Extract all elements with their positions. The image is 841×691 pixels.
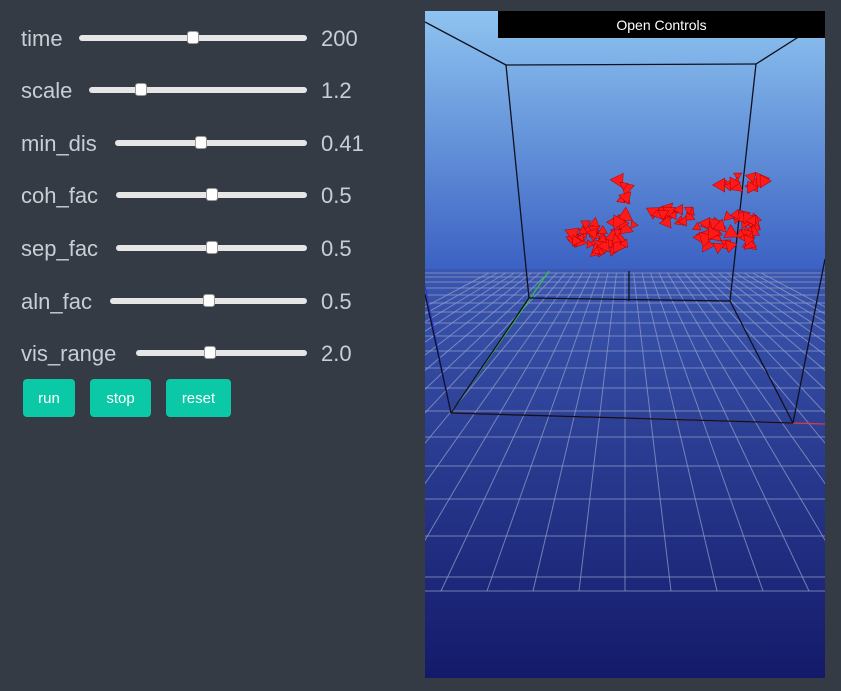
slider-track-vis-range[interactable] bbox=[136, 350, 307, 356]
slider-value: 0.5 bbox=[321, 183, 352, 208]
slider-label: aln_fac bbox=[21, 289, 92, 314]
slider-value: 200 bbox=[321, 26, 358, 51]
run-button[interactable]: run bbox=[23, 379, 75, 417]
scene-canvas bbox=[425, 11, 825, 678]
3d-viewport[interactable] bbox=[425, 11, 825, 678]
stop-button[interactable]: stop bbox=[90, 379, 151, 417]
slider-track-min-dis[interactable] bbox=[115, 140, 307, 146]
controls-panel: time 200 scale 1.2 min_dis 0.41 coh_fac … bbox=[0, 0, 420, 691]
slider-row-sep-fac: sep_fac 0.5 bbox=[21, 232, 401, 262]
slider-thumb-coh-fac[interactable] bbox=[205, 188, 218, 201]
slider-thumb-aln-fac[interactable] bbox=[202, 294, 215, 307]
slider-label: time bbox=[21, 26, 63, 51]
slider-row-vis-range: vis_range 2.0 bbox=[21, 337, 401, 367]
slider-row-scale: scale 1.2 bbox=[21, 74, 401, 104]
sky-background bbox=[425, 11, 825, 273]
slider-value: 0.41 bbox=[321, 131, 364, 156]
slider-label: coh_fac bbox=[21, 183, 99, 208]
slider-thumb-min-dis[interactable] bbox=[195, 136, 208, 149]
slider-thumb-time[interactable] bbox=[187, 31, 199, 44]
slider-label: vis_range bbox=[21, 341, 117, 366]
open-controls-button[interactable]: Open Controls bbox=[498, 11, 825, 38]
slider-label: min_dis bbox=[21, 131, 97, 156]
slider-row-min-dis: min_dis 0.41 bbox=[21, 127, 401, 157]
slider-row-time: time 200 bbox=[21, 22, 401, 52]
slider-label: scale bbox=[21, 78, 73, 103]
slider-thumb-scale[interactable] bbox=[135, 83, 148, 96]
slider-value: 2.0 bbox=[321, 341, 352, 366]
slider-value: 0.5 bbox=[321, 236, 352, 261]
slider-label: sep_fac bbox=[21, 236, 99, 261]
slider-row-aln-fac: aln_fac 0.5 bbox=[21, 285, 401, 315]
slider-value: 1.2 bbox=[321, 78, 352, 103]
slider-track-scale[interactable] bbox=[89, 87, 307, 93]
slider-thumb-vis-range[interactable] bbox=[203, 346, 216, 359]
slider-value: 0.5 bbox=[321, 289, 352, 314]
slider-thumb-sep-fac[interactable] bbox=[205, 241, 218, 254]
slider-row-coh-fac: coh_fac 0.5 bbox=[21, 179, 401, 209]
reset-button[interactable]: reset bbox=[166, 379, 231, 417]
